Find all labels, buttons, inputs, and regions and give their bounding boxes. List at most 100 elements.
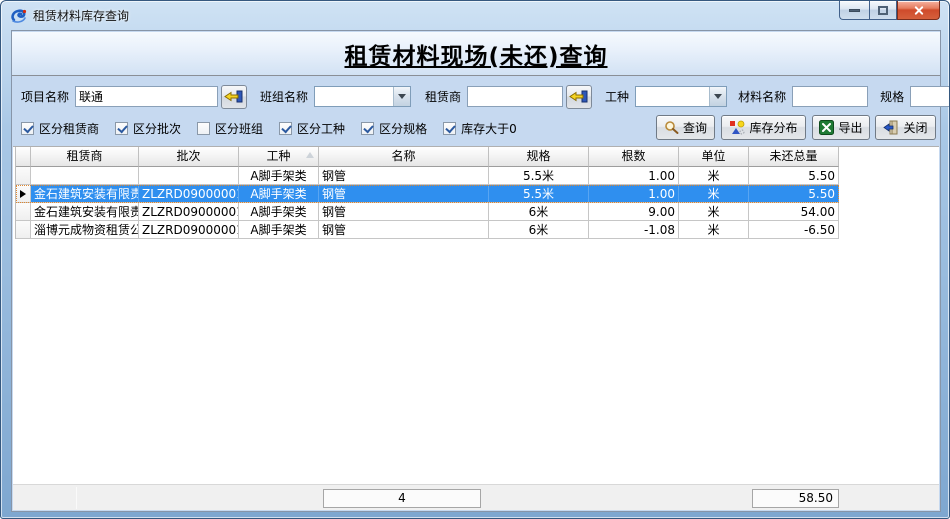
scatter-chart-icon [729,120,745,135]
project-name-input[interactable] [75,86,218,107]
spec-input[interactable] [910,86,950,107]
window-title: 租赁材料库存查询 [33,7,129,24]
close-window-button[interactable] [897,1,940,20]
table-row[interactable]: A脚手架类 钢管 5.5米 1.00 米 5.50 [16,167,839,185]
cell-spec[interactable]: 5.5米 [489,167,589,185]
status-separator [76,487,77,509]
cell-name[interactable]: 钢管 [319,167,489,185]
app-logo-swirl-icon [10,7,28,25]
query-button[interactable]: 查询 [656,115,715,140]
row-selector-cell[interactable] [16,203,31,221]
cell-batch[interactable]: ZLZRD090000013 [139,221,239,239]
cell-unreturned-total[interactable]: 5.50 [749,167,839,185]
cell-unit[interactable]: 米 [679,185,749,203]
cell-name[interactable]: 钢管 [319,203,489,221]
cell-spec[interactable]: 5.5米 [489,185,589,203]
header-unreturned-total[interactable]: 未还总量 [749,147,839,167]
cell-count[interactable]: 9.00 [589,203,679,221]
header-count[interactable]: 根数 [589,147,679,167]
close-button[interactable]: 关闭 [875,115,936,140]
work-type-select[interactable] [635,86,727,107]
material-name-input[interactable] [792,86,868,107]
cell-worktype[interactable]: A脚手架类 [239,221,319,239]
checkbox-icon [443,122,456,135]
cell-unreturned-total[interactable]: -6.50 [749,221,839,239]
exit-door-icon [883,120,899,135]
cell-worktype[interactable]: A脚手架类 [239,185,319,203]
checkbox-stock-gt-zero[interactable]: 库存大于0 [443,120,517,137]
sort-ascending-icon [306,152,314,158]
table-row[interactable]: 金石建筑安装有限责 ZLZRD090000012 A脚手架类 钢管 6米 9.0… [16,203,839,221]
dropdown-button[interactable] [709,87,726,106]
grid-header-row: 租赁商 批次 工种 名称 规格 根数 单位 未还总量 [16,147,839,167]
cell-vendor[interactable]: 金石建筑安装有限责 [31,203,139,221]
header-name[interactable]: 名称 [319,147,489,167]
cell-batch[interactable]: ZLZRD090000012 [139,203,239,221]
vendor-picker-button[interactable] [566,85,592,109]
checkbox-label: 区分班组 [215,120,263,137]
cell-unit[interactable]: 米 [679,203,749,221]
export-button-label: 导出 [838,119,862,136]
checkbox-distinguish-team[interactable]: 区分班组 [197,120,263,137]
cell-count[interactable]: -1.08 [589,221,679,239]
titlebar: 租赁材料库存查询 [1,1,949,30]
query-button-label: 查询 [683,119,707,136]
window-controls [839,1,940,20]
cell-unit[interactable]: 米 [679,167,749,185]
cell-worktype[interactable]: A脚手架类 [239,203,319,221]
checkbox-distinguish-worktype[interactable]: 区分工种 [279,120,345,137]
row-selector-cell[interactable] [16,185,31,203]
cell-spec[interactable]: 6米 [489,221,589,239]
cell-spec[interactable]: 6米 [489,203,589,221]
project-picker-button[interactable] [221,85,247,109]
table-row-selected[interactable]: 金石建筑安装有限责 ZLZRD090000012 A脚手架类 钢管 5.5米 1… [16,185,839,203]
checkbox-icon [361,122,374,135]
cell-batch[interactable]: ZLZRD090000012 [139,185,239,203]
total-box: 58.50 [752,489,839,508]
team-name-select[interactable] [314,86,411,107]
checkbox-icon [115,122,128,135]
cell-unit[interactable]: 米 [679,221,749,239]
cell-vendor[interactable]: 淄博元成物资租赁公 [31,221,139,239]
checkbox-distinguish-vendor[interactable]: 区分租赁商 [21,120,99,137]
work-type-value [636,87,709,106]
checkbox-distinguish-spec[interactable]: 区分规格 [361,120,427,137]
minimize-button[interactable] [839,1,869,20]
table-row[interactable]: 淄博元成物资租赁公 ZLZRD090000013 A脚手架类 钢管 6米 -1.… [16,221,839,239]
page-title-panel: 租赁材料现场(未还)查询 [12,32,940,76]
excel-icon [819,120,834,135]
cell-name[interactable]: 钢管 [319,221,489,239]
header-batch[interactable]: 批次 [139,147,239,167]
cell-worktype[interactable]: A脚手架类 [239,167,319,185]
close-button-label: 关闭 [903,119,927,136]
cell-batch[interactable] [139,167,239,185]
header-unit[interactable]: 单位 [679,147,749,167]
vendor-label: 租赁商 [425,88,461,105]
vendor-input[interactable] [467,86,563,107]
checkbox-distinguish-batch[interactable]: 区分批次 [115,120,181,137]
client-area: 租赁材料现场(未还)查询 项目名称 班组名称 租赁商 [11,30,941,512]
cell-vendor[interactable] [31,167,139,185]
stock-distribution-button[interactable]: 库存分布 [721,115,806,140]
header-spec[interactable]: 规格 [489,147,589,167]
row-selector-cell[interactable] [16,221,31,239]
maximize-button[interactable] [869,1,897,20]
cell-unreturned-total[interactable]: 54.00 [749,203,839,221]
cell-count[interactable]: 1.00 [589,185,679,203]
record-count-box: 4 [323,489,481,508]
team-name-value [315,87,393,106]
cell-unreturned-total[interactable]: 5.50 [749,185,839,203]
dropdown-button[interactable] [393,87,410,106]
export-button[interactable]: 导出 [812,115,870,140]
checkbox-label: 区分工种 [297,120,345,137]
header-worktype[interactable]: 工种 [239,147,319,167]
results-grid: 租赁商 批次 工种 名称 规格 根数 单位 未还总量 A脚手架类 钢管 5.5米 [13,146,939,487]
header-vendor[interactable]: 租赁商 [31,147,139,167]
row-selector-cell[interactable] [16,167,31,185]
work-type-label: 工种 [605,88,629,105]
filter-row: 项目名称 班组名称 租赁商 工种 [21,84,950,109]
material-name-label: 材料名称 [738,88,786,105]
cell-count[interactable]: 1.00 [589,167,679,185]
cell-vendor[interactable]: 金石建筑安装有限责 [31,185,139,203]
cell-name[interactable]: 钢管 [319,185,489,203]
